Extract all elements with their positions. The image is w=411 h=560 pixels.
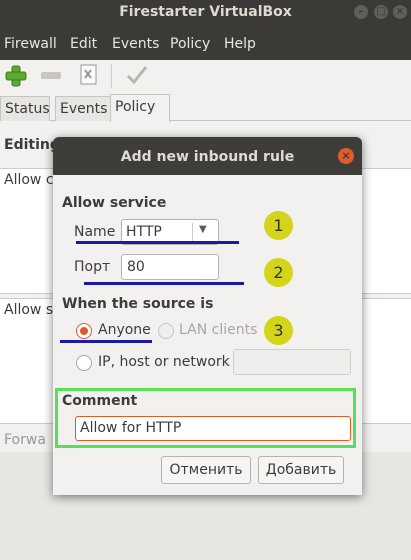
tab-status[interactable]: Status	[0, 96, 50, 121]
port-label: Порт	[74, 259, 111, 275]
radio-ip-label[interactable]: IP, host or network	[98, 354, 230, 370]
port-value: 80	[127, 259, 145, 275]
comment-field[interactable]: Allow for HTTP	[75, 416, 351, 441]
radio-ip-host-network[interactable]	[76, 355, 92, 371]
forward-heading: Forwa	[4, 432, 46, 448]
menu-events[interactable]: Events	[112, 36, 159, 52]
name-label: Name	[74, 224, 116, 240]
radio-lan-clients[interactable]	[158, 323, 174, 339]
window-title: Firestarter VirtualBox	[119, 4, 292, 20]
dialog-title: Add new inbound rule	[120, 149, 295, 165]
comment-value: Allow for HTTP	[80, 420, 182, 436]
menu-edit[interactable]: Edit	[70, 36, 97, 52]
window-titlebar: Firestarter VirtualBox – □ ×	[0, 0, 411, 26]
annotation-badge-1: 1	[264, 211, 293, 240]
radio-anyone[interactable]	[76, 323, 92, 339]
tab-events[interactable]: Events	[55, 96, 111, 121]
add-icon[interactable]	[5, 65, 27, 87]
toolbar-separator	[111, 64, 112, 88]
tab-bar: Status Events Policy	[0, 92, 411, 122]
chevron-down-icon[interactable]: ▼	[199, 224, 207, 235]
editing-label: Editing	[4, 137, 60, 153]
annotation-underline-2	[84, 282, 244, 285]
menu-policy[interactable]: Policy	[170, 36, 210, 52]
allow-service-heading: Allow s	[4, 302, 54, 318]
radio-anyone-label[interactable]: Anyone	[98, 322, 151, 338]
allow-connections-heading: Allow c	[4, 172, 54, 188]
annotation-underline-1	[76, 241, 239, 244]
add-button[interactable]: Добавить	[258, 456, 344, 484]
menu-help[interactable]: Help	[224, 36, 256, 52]
source-heading: When the source is	[62, 296, 214, 312]
close-window-icon[interactable]: ×	[393, 5, 407, 19]
annotation-badge-2: 2	[264, 258, 293, 287]
allow-service-heading: Allow service	[62, 195, 167, 211]
menu-firewall[interactable]: Firewall	[4, 36, 57, 52]
minimize-icon[interactable]: –	[354, 5, 368, 19]
ip-network-field[interactable]	[233, 349, 351, 375]
document-icon[interactable]	[80, 64, 98, 86]
comment-label: Comment	[62, 393, 138, 409]
add-rule-dialog: Add new inbound rule × Allow service Nam…	[53, 137, 362, 495]
tab-policy[interactable]: Policy	[110, 94, 170, 122]
toolbar	[0, 60, 411, 92]
cancel-button[interactable]: Отменить	[161, 456, 251, 484]
radio-lan-clients-label[interactable]: LAN clients	[179, 322, 257, 338]
dialog-close-icon[interactable]: ×	[338, 148, 354, 164]
combo-separator	[192, 223, 193, 241]
remove-icon[interactable]	[41, 72, 61, 80]
service-name-value: HTTP	[126, 224, 162, 240]
apply-check-icon[interactable]	[126, 65, 148, 85]
annotation-underline-3	[60, 340, 152, 343]
menubar: Firewall Edit Events Policy Help	[0, 26, 411, 60]
annotation-badge-3: 3	[264, 316, 293, 345]
port-field[interactable]: 80	[121, 254, 219, 280]
dialog-titlebar: Add new inbound rule ×	[53, 137, 362, 175]
maximize-icon[interactable]: □	[374, 5, 388, 19]
